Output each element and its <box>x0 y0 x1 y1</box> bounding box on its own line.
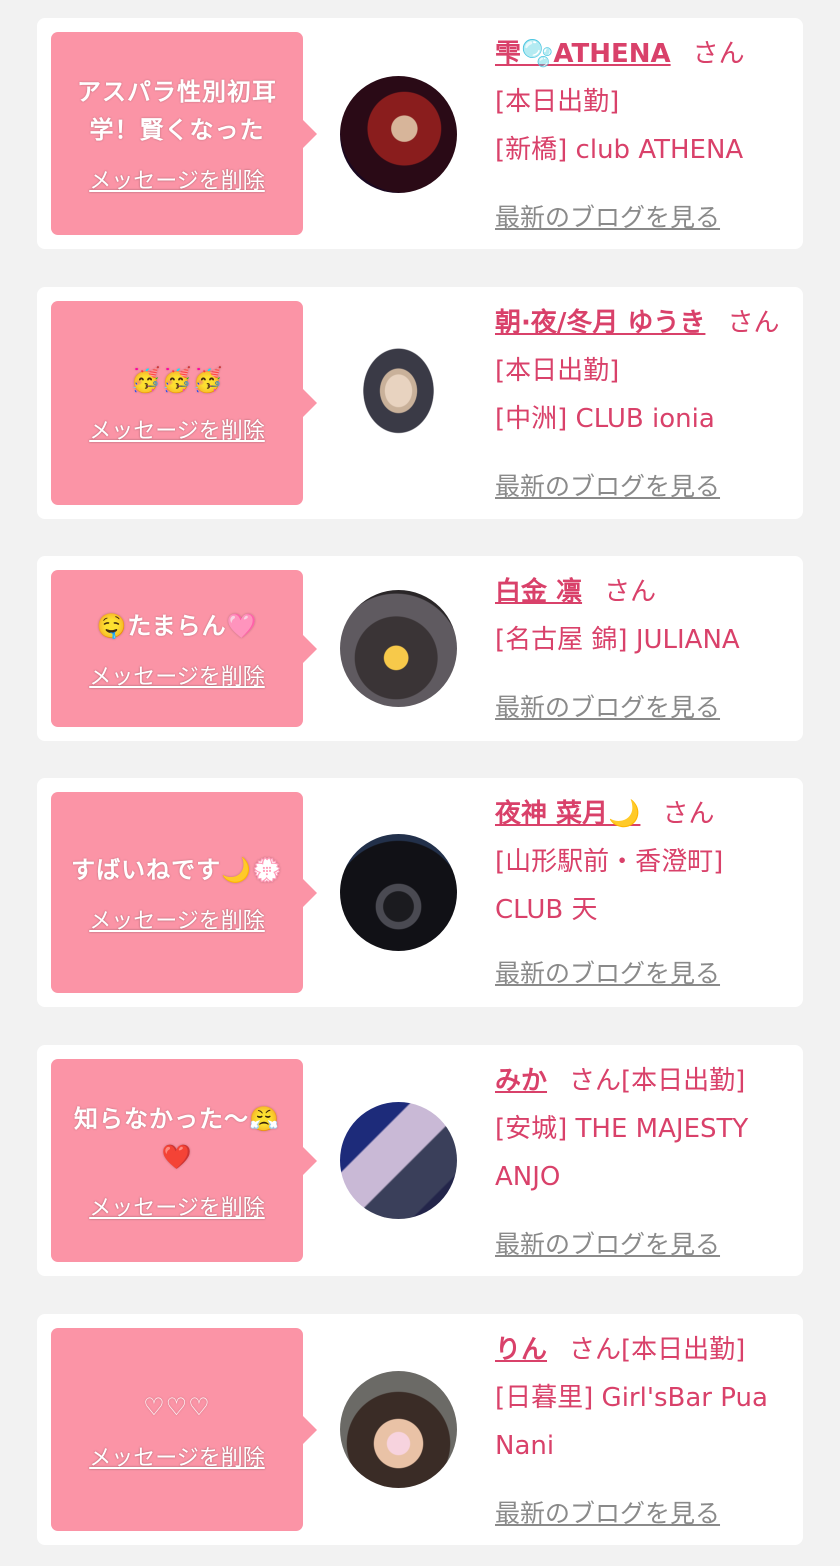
profile-info: 雫🫧ATHENA さん [本日出勤] [新橋] club ATHENA <box>495 30 789 174</box>
message-card: すばいねです🌙💮 メッセージを削除 夜神 菜月🌙 さん [山形駅前・香澄町] CL… <box>37 778 803 1007</box>
profile-info: 夜神 菜月🌙 さん [山形駅前・香澄町] CLUB 天 <box>495 790 789 934</box>
info-line: [日暮里] Girl'sBar Pua Nani <box>495 1383 768 1461</box>
delete-message-link[interactable]: メッセージを削除 <box>89 163 265 195</box>
cast-name-link[interactable]: みか <box>495 1066 547 1096</box>
cast-name-link[interactable]: 雫🫧ATHENA <box>495 39 671 69</box>
latest-blog-link[interactable]: 最新のブログを見る <box>495 1225 720 1261</box>
cast-name-link[interactable]: 白金 凛 <box>495 577 582 607</box>
cast-name-link[interactable]: 夜神 菜月🌙 <box>495 799 640 829</box>
info-line: [新橋] club ATHENA <box>495 135 744 165</box>
latest-blog-link[interactable]: 最新のブログを見る <box>495 688 720 724</box>
message-bubble: アスパラ性別初耳学！賢くなった メッセージを削除 <box>51 32 317 235</box>
message-card: ♡♡♡ メッセージを削除 りん さん[本日出勤] [日暮里] Girl'sBar … <box>37 1314 803 1545</box>
message-bubble: 🤤たまらん🩷 メッセージを削除 <box>51 570 317 727</box>
avatar[interactable] <box>340 834 457 951</box>
message-card: 知らなかった〜😤❤️ メッセージを削除 みか さん[本日出勤] [安城] THE … <box>37 1045 803 1276</box>
message-card: 🤤たまらん🩷 メッセージを削除 白金 凛さん [名古屋 錦] JULIANA 最… <box>37 556 803 741</box>
honorific: さん <box>604 577 657 607</box>
latest-blog-link[interactable]: 最新のブログを見る <box>495 954 720 990</box>
message-bubble: 🥳🥳🥳 メッセージを削除 <box>51 301 317 505</box>
info-line: [安城] THE MAJESTY ANJO <box>495 1114 749 1192</box>
cast-name-link[interactable]: 朝·夜/冬月 ゆうき <box>495 308 705 338</box>
avatar[interactable] <box>340 76 457 193</box>
message-text: すばいねです🌙💮 <box>71 855 283 884</box>
info-line: [本日出勤] <box>495 87 620 117</box>
delete-message-link[interactable]: メッセージを削除 <box>89 413 265 445</box>
profile-info: 朝·夜/冬月 ゆうき さん[本日出勤] [中洲] CLUB ionia <box>495 299 789 443</box>
avatar[interactable] <box>340 344 457 461</box>
message-bubble: すばいねです🌙💮 メッセージを削除 <box>51 792 317 993</box>
profile-info: 白金 凛さん [名古屋 錦] JULIANA <box>495 568 789 664</box>
avatar[interactable] <box>340 590 457 707</box>
delete-message-link[interactable]: メッセージを削除 <box>89 1440 265 1472</box>
delete-message-link[interactable]: メッセージを削除 <box>89 1190 265 1222</box>
info-line: [名古屋 錦] JULIANA <box>495 625 740 655</box>
message-bubble: ♡♡♡ メッセージを削除 <box>51 1328 317 1531</box>
info-line: [山形駅前・香澄町] CLUB 天 <box>495 847 724 925</box>
cast-name-link[interactable]: りん <box>495 1335 547 1365</box>
info-line: [中洲] CLUB ionia <box>495 404 715 434</box>
profile-info: りん さん[本日出勤] [日暮里] Girl'sBar Pua Nani <box>495 1326 789 1470</box>
profile-info: みか さん[本日出勤] [安城] THE MAJESTY ANJO <box>495 1057 789 1201</box>
honorific: さん[本日出勤] <box>569 1335 746 1365</box>
message-card: アスパラ性別初耳学！賢くなった メッセージを削除 雫🫧ATHENA さん [本日出… <box>37 18 803 249</box>
honorific: さん[本日出勤] <box>569 1066 746 1096</box>
latest-blog-link[interactable]: 最新のブログを見る <box>495 467 720 503</box>
latest-blog-link[interactable]: 最新のブログを見る <box>495 1494 720 1530</box>
message-card: 🥳🥳🥳 メッセージを削除 朝·夜/冬月 ゆうき さん[本日出勤] [中洲] CLU… <box>37 287 803 519</box>
message-text: 🤤たまらん🩷 <box>96 611 258 640</box>
delete-message-link[interactable]: メッセージを削除 <box>89 659 265 691</box>
avatar[interactable] <box>340 1102 457 1219</box>
message-text: アスパラ性別初耳学！賢くなった <box>77 77 277 144</box>
avatar[interactable] <box>340 1371 457 1488</box>
latest-blog-link[interactable]: 最新のブログを見る <box>495 198 720 234</box>
honorific: さん <box>692 39 745 69</box>
message-bubble: 知らなかった〜😤❤️ メッセージを削除 <box>51 1059 317 1262</box>
honorific: さん <box>662 799 715 829</box>
delete-message-link[interactable]: メッセージを削除 <box>89 903 265 935</box>
message-text: 🥳🥳🥳 <box>130 366 224 394</box>
message-text: ♡♡♡ <box>143 1392 211 1421</box>
message-text: 知らなかった〜😤❤️ <box>74 1104 280 1171</box>
